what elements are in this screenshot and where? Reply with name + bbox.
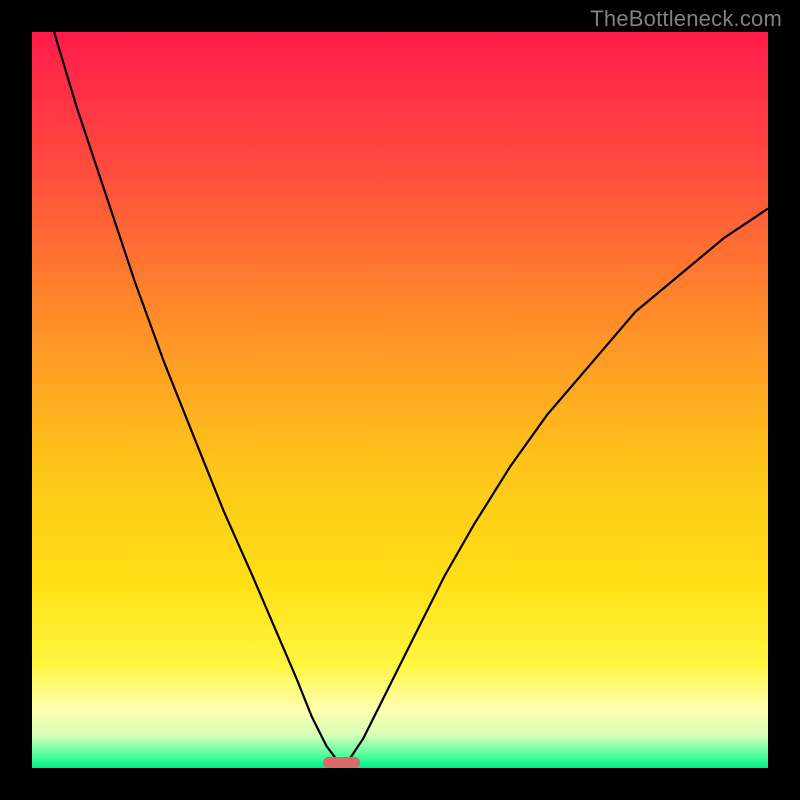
watermark-text: TheBottleneck.com (590, 6, 782, 32)
optimum-marker (323, 757, 360, 768)
chart-frame: TheBottleneck.com (0, 0, 800, 800)
plot-area (32, 32, 768, 768)
bottleneck-curve (32, 32, 768, 768)
